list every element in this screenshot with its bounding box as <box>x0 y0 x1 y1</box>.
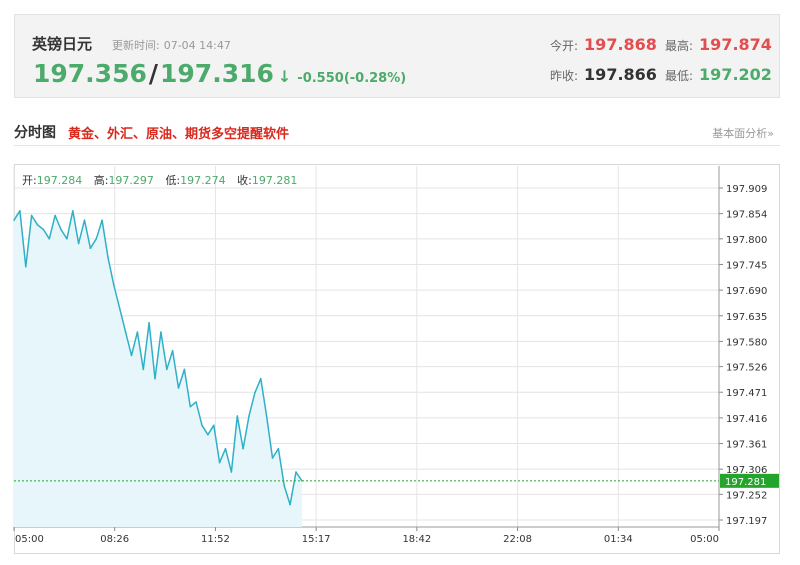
ohlc-high-label: 高: <box>93 174 109 187</box>
price-point <box>295 471 297 473</box>
price-point <box>19 210 21 212</box>
y-tick-label: 197.580 <box>726 337 767 348</box>
price-point <box>107 256 109 259</box>
price-point <box>60 228 62 231</box>
price-point <box>166 368 168 371</box>
ohlc-open-label: 开: <box>22 174 37 187</box>
y-tick-label: 197.800 <box>726 235 767 246</box>
price-point <box>260 377 262 380</box>
x-tick-label: 05:00 <box>15 534 44 545</box>
price-point <box>154 377 156 380</box>
y-tick-label: 197.197 <box>726 516 767 527</box>
price-point <box>66 238 68 240</box>
price-point <box>25 266 27 268</box>
x-tick-label: 05:00 <box>690 534 719 545</box>
y-tick-label: 197.909 <box>726 184 767 195</box>
y-tick-label: 197.361 <box>726 440 767 451</box>
price-point <box>201 424 203 427</box>
y-tick-label: 197.416 <box>726 414 767 425</box>
price-point <box>77 242 80 245</box>
price-point <box>230 471 233 473</box>
price-point <box>218 461 221 464</box>
y-tick-label: 197.690 <box>726 286 767 297</box>
price-point <box>254 391 256 394</box>
price-area <box>14 210 302 528</box>
price-point <box>242 447 244 450</box>
price-point <box>148 322 150 324</box>
price-point <box>89 247 92 249</box>
ohlc-low-value: 197.274 <box>180 174 226 187</box>
y-tick-label: 197.745 <box>726 260 767 271</box>
price-point <box>130 354 133 357</box>
price-point <box>289 503 291 506</box>
intraday-chart: 197.909 197.854 197.800 197.745 197.690 197.6… <box>13 166 779 545</box>
current-price-label: 197.281 <box>725 477 766 488</box>
price-point <box>183 368 186 371</box>
ohlc-close-value: 197.281 <box>251 174 298 187</box>
x-tick-label: 11:52 <box>201 534 230 545</box>
price-point <box>30 214 33 217</box>
price-point <box>13 219 15 221</box>
price-point <box>265 415 268 417</box>
price-point <box>95 238 98 240</box>
price-point <box>195 401 197 403</box>
price-point <box>124 331 127 333</box>
ohlc-readout: 开:197.284 高:197.297 低:197.274 收:197.281 <box>22 172 297 188</box>
y-tick-label: 197.471 <box>726 388 767 399</box>
price-point <box>271 457 274 459</box>
ohlc-close-label: 收: <box>237 174 252 187</box>
price-point <box>136 331 139 333</box>
price-point <box>189 405 192 408</box>
x-tick-label: 01:34 <box>604 534 633 545</box>
x-tick-label: 18:42 <box>402 534 431 545</box>
y-tick-label: 197.526 <box>726 363 767 374</box>
price-point <box>248 415 250 417</box>
price-point <box>277 447 280 450</box>
x-tick-label: 15:17 <box>302 534 331 545</box>
price-point <box>224 447 227 450</box>
price-point <box>283 485 286 487</box>
ohlc-low-label: 低: <box>165 174 181 187</box>
price-point <box>160 331 162 333</box>
price-point <box>171 349 174 352</box>
price-point <box>72 210 74 212</box>
price-point <box>83 219 86 221</box>
ohlc-high-value: 197.297 <box>108 174 154 187</box>
price-point <box>119 308 121 310</box>
x-tick-label: 08:26 <box>100 534 129 545</box>
price-point <box>54 214 56 217</box>
price-point <box>42 228 45 231</box>
y-tick-label: 197.635 <box>726 312 767 323</box>
price-point <box>113 284 115 287</box>
price-point <box>101 219 103 221</box>
ohlc-open-value: 197.284 <box>36 174 83 187</box>
price-point <box>48 238 51 240</box>
y-tick-label: 197.854 <box>726 210 767 221</box>
y-tick-label: 197.252 <box>726 490 767 501</box>
x-tick-label: 22:08 <box>503 534 532 545</box>
price-point <box>142 368 145 371</box>
price-point <box>207 433 209 436</box>
price-point <box>236 415 239 417</box>
price-point <box>36 224 39 226</box>
price-point <box>177 387 180 389</box>
price-point <box>213 424 215 427</box>
